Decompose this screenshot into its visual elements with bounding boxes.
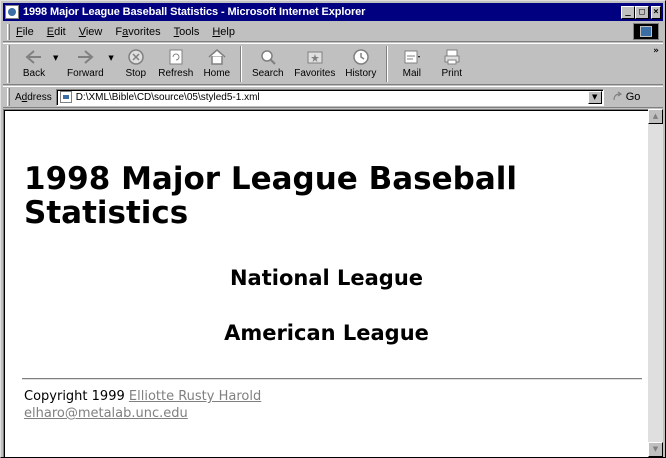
favorites-button[interactable]: Favorites	[290, 44, 340, 84]
mail-button[interactable]: Mail	[392, 44, 432, 84]
refresh-icon	[165, 47, 187, 67]
minimize-button[interactable]: _	[621, 5, 635, 19]
stop-button[interactable]: Stop	[118, 44, 154, 84]
menu-bar: File Edit View Favorites Tools Help	[3, 22, 663, 42]
xml-page-icon	[59, 91, 72, 103]
back-button[interactable]: Back	[15, 44, 53, 84]
mail-icon	[401, 47, 423, 67]
back-dropdown-icon[interactable]: ▼	[53, 54, 58, 62]
search-button[interactable]: Search	[246, 44, 290, 84]
addressbar-grip[interactable]	[7, 88, 10, 106]
search-icon	[257, 47, 279, 67]
go-button[interactable]: Go	[612, 91, 640, 103]
ie-throbber-icon	[633, 23, 659, 40]
refresh-button[interactable]: Refresh	[154, 44, 198, 84]
menubar-grip[interactable]	[7, 23, 10, 40]
maximize-button[interactable]: □	[635, 5, 649, 19]
toolbar-overflow-chevron-icon[interactable]: »	[653, 46, 659, 56]
toolbar-separator	[239, 46, 242, 82]
forward-button[interactable]: Forward	[62, 44, 108, 84]
league-heading-american: American League	[224, 321, 429, 345]
page-content[interactable]: 1998 Major League Baseball Statistics Na…	[3, 109, 648, 457]
horizontal-rule	[22, 378, 642, 380]
author-link[interactable]: Elliotte Rusty Harold	[129, 389, 261, 404]
copyright-footer: Copyright 1999 Elliotte Rusty Harold elh…	[24, 388, 624, 422]
print-button[interactable]: Print	[432, 44, 472, 84]
close-button[interactable]: ×	[651, 5, 661, 19]
address-label: Address	[15, 91, 52, 103]
forward-arrow-icon	[74, 47, 96, 67]
menu-edit[interactable]: Edit	[47, 26, 66, 38]
title-bar[interactable]: 1998 Major League Baseball Statistics - …	[3, 3, 663, 21]
address-dropdown-button[interactable]: ▼	[587, 90, 602, 104]
toolbar-grip[interactable]	[7, 45, 10, 83]
menu-favorites[interactable]: Favorites	[115, 26, 160, 38]
address-value: D:\XML\Bible\CD\source\05\styled5-1.xml	[75, 91, 260, 103]
menu-help[interactable]: Help	[212, 26, 235, 38]
stop-icon	[125, 47, 147, 67]
history-icon	[350, 47, 372, 67]
printer-icon	[441, 47, 463, 67]
email-link[interactable]: elharo@metalab.unc.edu	[24, 406, 188, 421]
toolbar-separator	[385, 46, 388, 82]
standard-toolbar: Back ▼ Forward ▼ Stop Refresh Home Searc…	[3, 43, 663, 85]
go-arrow-icon	[613, 91, 622, 101]
favorites-icon	[304, 47, 326, 67]
scroll-down-arrow-icon[interactable]: ▼	[648, 442, 663, 457]
address-input[interactable]: D:\XML\Bible\CD\source\05\styled5-1.xml …	[55, 88, 604, 106]
vertical-scrollbar[interactable]: ▲ ▼	[648, 109, 663, 457]
browser-window: 1998 Major League Baseball Statistics - …	[0, 0, 666, 458]
home-button[interactable]: Home	[198, 44, 236, 84]
copyright-text: Copyright 1999	[24, 389, 125, 404]
window-title: 1998 Major League Baseball Statistics - …	[23, 6, 366, 18]
forward-dropdown-icon[interactable]: ▼	[108, 54, 113, 62]
menu-tools[interactable]: Tools	[174, 26, 200, 38]
home-icon	[206, 47, 228, 67]
history-button[interactable]: History	[340, 44, 382, 84]
page-title: 1998 Major League Baseball Statistics	[24, 161, 518, 231]
scroll-up-arrow-icon[interactable]: ▲	[648, 109, 663, 124]
back-arrow-icon	[23, 47, 45, 67]
window-controls: _ □ ×	[621, 5, 661, 19]
address-bar: Address D:\XML\Bible\CD\source\05\styled…	[3, 86, 663, 108]
ie-page-icon	[5, 5, 19, 19]
menu-view[interactable]: View	[79, 26, 103, 38]
league-heading-national: National League	[229, 266, 424, 290]
menu-file[interactable]: File	[16, 26, 34, 38]
